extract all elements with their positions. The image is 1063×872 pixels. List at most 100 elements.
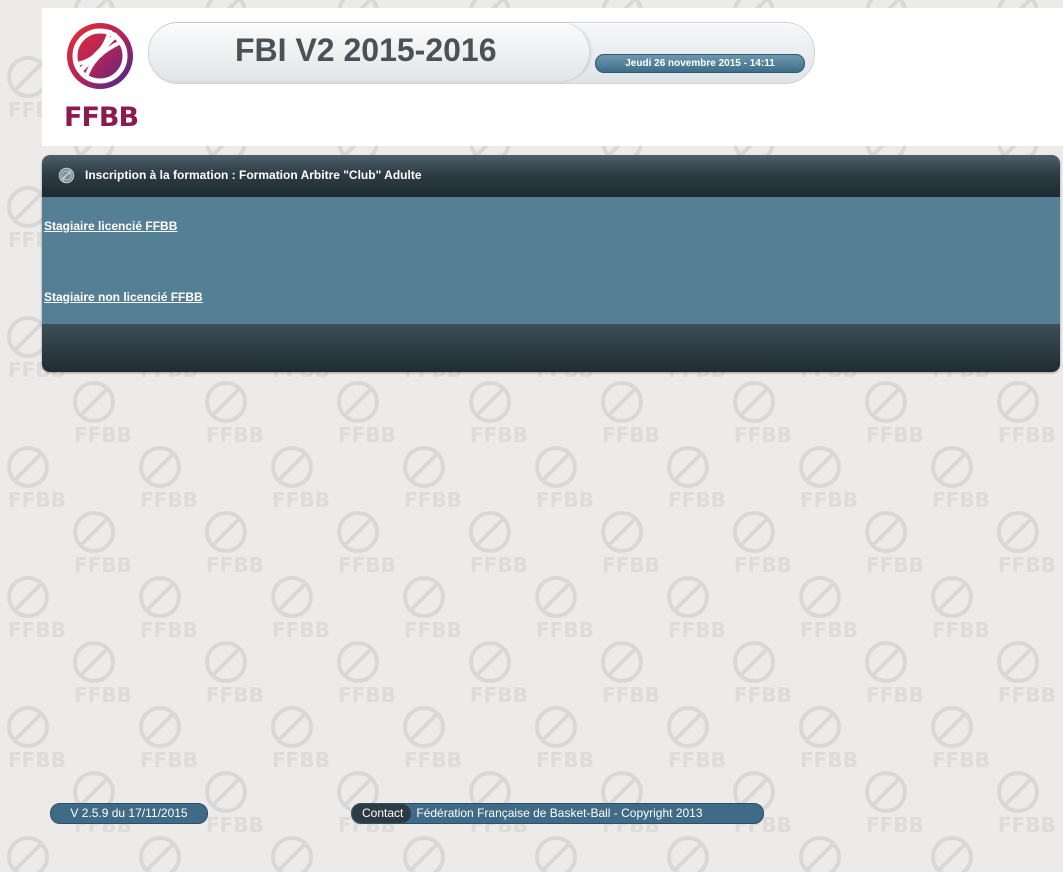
basketball-logo-icon (67, 23, 133, 89)
registration-panel: Inscription à la formation : Formation A… (42, 155, 1060, 372)
watermark-mark: FFBB (931, 836, 973, 872)
svg-text:FFBB: FFBB (998, 423, 1056, 447)
panel-footer (42, 324, 1060, 372)
watermark-mark: FFBB (931, 706, 990, 772)
watermark-mark: FFBB (205, 771, 264, 837)
watermark-mark: FFBB (865, 641, 924, 707)
watermark-mark: FFBB (865, 511, 924, 577)
svg-text:FFBB: FFBB (866, 813, 924, 837)
watermark-mark: FFBB (667, 836, 709, 872)
date-time-badge: Jeudi 26 novembre 2015 - 14:11 (595, 54, 805, 73)
watermark-mark: FFBB (271, 446, 330, 512)
watermark-mark: FFBB (403, 446, 462, 512)
svg-text:FFBB: FFBB (734, 423, 792, 447)
watermark-mark: FFBB (271, 576, 330, 642)
svg-text:FFBB: FFBB (932, 488, 990, 512)
watermark-mark: FFBB (73, 381, 132, 447)
svg-text:FFBB: FFBB (74, 683, 132, 707)
svg-text:FFBB: FFBB (338, 553, 396, 577)
svg-text:FFBB: FFBB (272, 748, 330, 772)
svg-text:FFBB: FFBB (998, 813, 1056, 837)
svg-text:FFBB: FFBB (140, 618, 198, 642)
svg-text:FFBB: FFBB (404, 488, 462, 512)
watermark-mark: FFBB (469, 511, 528, 577)
svg-text:FFBB: FFBB (272, 488, 330, 512)
svg-text:FFBB: FFBB (404, 748, 462, 772)
watermark-mark: FFBB (535, 836, 577, 872)
svg-text:FFBB: FFBB (272, 618, 330, 642)
watermark-mark: FFBB (733, 641, 792, 707)
svg-text:FFBB: FFBB (206, 813, 264, 837)
watermark-mark: FFBB (997, 771, 1056, 837)
svg-text:FFBB: FFBB (602, 423, 660, 447)
watermark-mark: FFBB (205, 381, 264, 447)
watermark-mark: FFBB (205, 641, 264, 707)
watermark-mark: FFBB (73, 641, 132, 707)
watermark-mark: FFBB (469, 381, 528, 447)
contact-button[interactable]: Contact (352, 804, 412, 823)
svg-text:FFBB: FFBB (866, 553, 924, 577)
svg-text:FFBB: FFBB (536, 748, 594, 772)
svg-text:FFBB: FFBB (536, 618, 594, 642)
watermark-mark: FFBB (733, 511, 792, 577)
watermark-mark: FFBB (931, 576, 990, 642)
svg-text:FFBB: FFBB (800, 488, 858, 512)
svg-text:FFBB: FFBB (8, 748, 66, 772)
link-stagiaire-licencie[interactable]: Stagiaire licencié FFBB (44, 219, 177, 233)
watermark-mark: FFBB (205, 511, 264, 577)
svg-text:FFBB: FFBB (800, 748, 858, 772)
panel-body: Stagiaire licencié FFBB Stagiaire non li… (42, 197, 1060, 324)
watermark-mark: FFBB (997, 381, 1056, 447)
watermark-mark: FFBB (799, 836, 841, 872)
watermark-mark: FFBB (139, 836, 181, 872)
svg-text:FFBB: FFBB (140, 488, 198, 512)
svg-text:FFBB: FFBB (668, 748, 726, 772)
watermark-mark: FFBB (139, 576, 198, 642)
version-badge: V 2.5.9 du 17/11/2015 (50, 803, 208, 824)
watermark-mark: FFBB (931, 446, 990, 512)
app-title: FBI V2 2015-2016 (235, 32, 497, 68)
watermark-mark: FFBB (7, 446, 66, 512)
svg-text:FFBB: FFBB (734, 553, 792, 577)
svg-text:FFBB: FFBB (206, 553, 264, 577)
svg-text:FFBB: FFBB (206, 423, 264, 447)
watermark-mark: FFBB (535, 706, 594, 772)
watermark-mark: FFBB (601, 381, 660, 447)
svg-text:FFBB: FFBB (470, 423, 528, 447)
watermark-mark: FFBB (7, 576, 66, 642)
copyright-bar: Contact Fédération Française de Basket-Ba… (351, 803, 764, 824)
watermark-mark: FFBB (337, 511, 396, 577)
watermark-mark: FFBB (139, 706, 198, 772)
watermark-mark: FFBB (73, 511, 132, 577)
link-stagiaire-non-licencie[interactable]: Stagiaire non licencié FFBB (44, 290, 203, 304)
ffbb-logo: FFBB (62, 20, 142, 138)
watermark-mark: FFBB (271, 706, 330, 772)
watermark-mark: FFBB (7, 706, 66, 772)
watermark-mark: FFBB (997, 641, 1056, 707)
watermark-mark: FFBB (271, 836, 313, 872)
svg-text:FFBB: FFBB (668, 618, 726, 642)
svg-text:FFBB: FFBB (338, 683, 396, 707)
watermark-mark: FFBB (667, 576, 726, 642)
header: FFBB FBI V2 2015-2016 Jeudi 26 novembre … (42, 8, 1063, 146)
watermark-mark: FFBB (667, 446, 726, 512)
svg-text:FFBB: FFBB (998, 683, 1056, 707)
watermark-mark: FFBB (601, 511, 660, 577)
watermark-mark: FFBB (535, 576, 594, 642)
svg-text:FFBB: FFBB (602, 683, 660, 707)
panel-header: Inscription à la formation : Formation A… (42, 155, 1060, 197)
watermark-mark: FFBB (733, 381, 792, 447)
watermark-mark: FFBB (403, 836, 445, 872)
watermark-mark: FFBB (667, 706, 726, 772)
svg-text:FFBB: FFBB (140, 748, 198, 772)
watermark-mark: FFBB (799, 576, 858, 642)
watermark-mark: FFBB (337, 641, 396, 707)
svg-text:FFBB: FFBB (470, 683, 528, 707)
watermark-mark: FFBB (535, 446, 594, 512)
svg-text:FFBB: FFBB (866, 683, 924, 707)
title-banner-inner: FBI V2 2015-2016 (149, 23, 589, 81)
watermark-mark: FFBB (337, 381, 396, 447)
svg-text:FFBB: FFBB (602, 553, 660, 577)
svg-text:FFBB: FFBB (74, 423, 132, 447)
svg-text:FFBB: FFBB (8, 488, 66, 512)
